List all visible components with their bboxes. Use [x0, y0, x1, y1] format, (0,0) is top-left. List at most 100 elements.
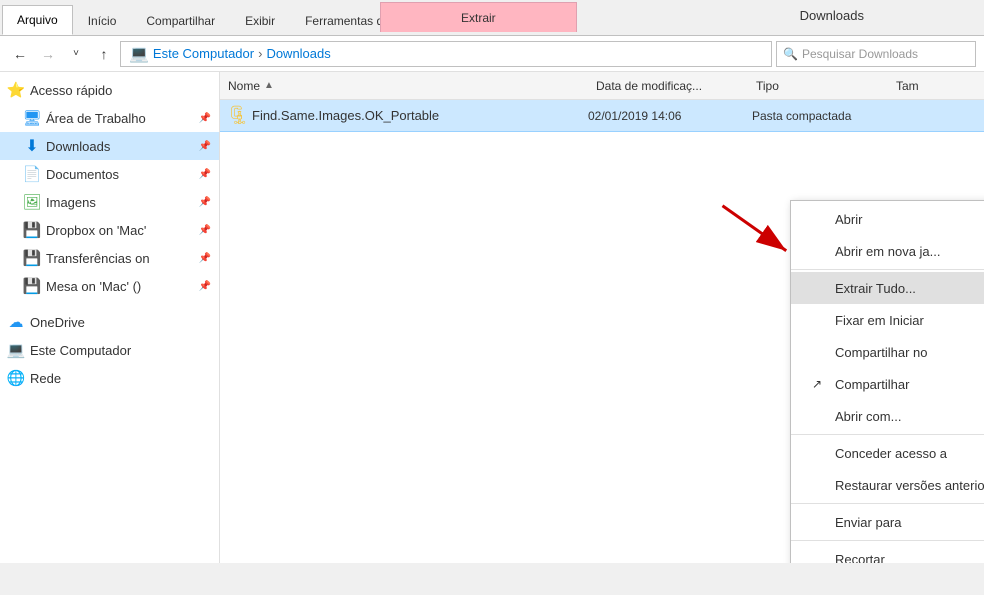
download-icon: ⬇: [24, 138, 40, 154]
tab-arquivo[interactable]: Arquivo: [2, 5, 73, 35]
sidebar-item-documentos[interactable]: 📄 Documentos 📌: [0, 160, 219, 188]
sidebar-item-downloads[interactable]: ⬇ Downloads 📌: [0, 132, 219, 160]
menu-icon: [807, 342, 827, 362]
sidebar-item-label: Mesa on 'Mac' (): [46, 279, 191, 294]
breadcrumb-separator: ›: [258, 46, 262, 61]
menu-icon: [807, 443, 827, 463]
menu-item-abrir-com[interactable]: Abrir com...: [791, 400, 984, 432]
menu-item-abrir-nova[interactable]: Abrir em nova ja...: [791, 235, 984, 267]
menu-item-label: Compartilhar no: [835, 345, 928, 360]
pin-icon: 📌: [199, 197, 211, 208]
menu-item-label: Abrir em nova ja...: [835, 244, 941, 259]
menu-icon: [807, 475, 827, 495]
menu-item-fixar[interactable]: Fixar em Iniciar: [791, 304, 984, 336]
menu-item-label: Conceder acesso a: [835, 446, 947, 461]
drive-icon: 💾: [24, 250, 40, 266]
search-box[interactable]: 🔍 Pesquisar Downloads: [776, 41, 976, 67]
menu-item-restaurar[interactable]: Restaurar versões anteriores: [791, 469, 984, 501]
sidebar-item-label: Área de Trabalho: [46, 111, 191, 126]
menu-item-label: Enviar para: [835, 515, 901, 530]
table-row[interactable]: 🗜 Find.Same.Images.OK_Portable 02/01/201…: [220, 100, 984, 132]
sidebar-item-transferencias[interactable]: 💾 Transferências on 📌: [0, 244, 219, 272]
sort-arrow-icon: ▲: [264, 80, 274, 91]
menu-item-enviar-para[interactable]: Enviar para ›: [791, 506, 984, 538]
sidebar-item-label: OneDrive: [30, 315, 211, 330]
col-size-header[interactable]: Tam: [896, 79, 976, 93]
sidebar-item-rede[interactable]: 🌐 Rede: [0, 364, 219, 392]
tab-exibir[interactable]: Exibir: [230, 5, 290, 35]
menu-item-abrir[interactable]: Abrir: [791, 203, 984, 235]
main-area: ⭐ Acesso rápido 🖥 Área de Trabalho 📌 ⬇ D…: [0, 72, 984, 563]
expand-button[interactable]: ˅: [64, 42, 88, 66]
menu-item-conceder-acesso[interactable]: Conceder acesso a ›: [791, 437, 984, 469]
sidebar-item-label: Acesso rápido: [30, 83, 211, 98]
address-bar[interactable]: 💻 Este Computador › Downloads: [120, 41, 772, 67]
tab-inicio[interactable]: Início: [73, 5, 132, 35]
breadcrumb-este-computador[interactable]: Este Computador: [153, 46, 254, 61]
up-button[interactable]: ↑: [92, 42, 116, 66]
context-menu: Abrir Abrir em nova ja... Extrair Tudo..…: [790, 200, 984, 563]
title-bar-area: Extrair Downloads Arquivo Início Compart…: [0, 0, 984, 36]
pin-icon: 📌: [199, 141, 211, 152]
menu-icon: [807, 209, 827, 229]
menu-item-recortar[interactable]: Recortar: [791, 543, 984, 563]
col-name-header[interactable]: Nome ▲: [228, 79, 596, 93]
sidebar-item-imagens[interactable]: 🖼 Imagens 📌: [0, 188, 219, 216]
nav-bar: ← → ˅ ↑ 💻 Este Computador › Downloads 🔍 …: [0, 36, 984, 72]
images-icon: 🖼: [24, 194, 40, 210]
pc-icon: 💻: [8, 342, 24, 358]
ribbon-tabs: Extrair Downloads Arquivo Início Compart…: [0, 0, 984, 36]
file-date: 02/01/2019 14:06: [588, 109, 748, 123]
sidebar-item-mesa[interactable]: 💾 Mesa on 'Mac' () 📌: [0, 272, 219, 300]
file-list-header: Nome ▲ Data de modificaç... Tipo Tam: [220, 72, 984, 100]
col-date-header[interactable]: Data de modificaç...: [596, 79, 756, 93]
menu-icon: [807, 278, 827, 298]
menu-separator: [791, 269, 984, 270]
sidebar-item-label: Documentos: [46, 167, 191, 182]
menu-item-extrair-tudo[interactable]: Extrair Tudo...: [791, 272, 984, 304]
sidebar-item-onedrive[interactable]: ☁ OneDrive: [0, 308, 219, 336]
share-icon: ↗: [807, 374, 827, 394]
menu-item-label: Fixar em Iniciar: [835, 313, 924, 328]
sidebar-item-acesso-rapido[interactable]: ⭐ Acesso rápido: [0, 76, 219, 104]
zip-icon: 🗜: [228, 106, 248, 126]
menu-icon: [807, 512, 827, 532]
desktop-icon: 🖥: [24, 110, 40, 126]
sidebar-item-area-trabalho[interactable]: 🖥 Área de Trabalho 📌: [0, 104, 219, 132]
pin-icon: 📌: [199, 113, 211, 124]
sidebar: ⭐ Acesso rápido 🖥 Área de Trabalho 📌 ⬇ D…: [0, 72, 220, 563]
menu-icon: [807, 310, 827, 330]
breadcrumb: Este Computador › Downloads: [153, 46, 331, 61]
downloads-title: Downloads: [800, 8, 864, 23]
menu-item-label: Restaurar versões anteriores: [835, 478, 984, 493]
menu-item-compartilhar-no[interactable]: Compartilhar no ›: [791, 336, 984, 368]
menu-item-label: Abrir: [835, 212, 862, 227]
menu-separator: [791, 503, 984, 504]
file-name: Find.Same.Images.OK_Portable: [252, 108, 584, 123]
pin-icon: 📌: [199, 225, 211, 236]
menu-item-label: Abrir com...: [835, 409, 901, 424]
sidebar-item-label: Transferências on: [46, 251, 191, 266]
network-icon: 🌐: [8, 370, 24, 386]
menu-separator: [791, 434, 984, 435]
extract-title: Extrair: [380, 2, 577, 32]
menu-item-label: Extrair Tudo...: [835, 281, 916, 296]
menu-item-label: Recortar: [835, 552, 885, 564]
file-type: Pasta compactada: [752, 109, 892, 123]
menu-item-compartilhar[interactable]: ↗ Compartilhar: [791, 368, 984, 400]
pin-icon: 📌: [199, 169, 211, 180]
sidebar-item-dropbox[interactable]: 💾 Dropbox on 'Mac' 📌: [0, 216, 219, 244]
pc-icon: 💻: [129, 44, 149, 64]
menu-icon: [807, 406, 827, 426]
back-button[interactable]: ←: [8, 42, 32, 66]
drive-icon: 💾: [24, 222, 40, 238]
breadcrumb-downloads[interactable]: Downloads: [266, 46, 330, 61]
file-list: Nome ▲ Data de modificaç... Tipo Tam 🗜 F…: [220, 72, 984, 563]
menu-icon: [807, 241, 827, 261]
menu-icon: [807, 549, 827, 563]
col-type-header[interactable]: Tipo: [756, 79, 896, 93]
sidebar-item-label: Rede: [30, 371, 211, 386]
forward-button[interactable]: →: [36, 42, 60, 66]
tab-compartilhar[interactable]: Compartilhar: [131, 5, 230, 35]
sidebar-item-este-computador[interactable]: 💻 Este Computador: [0, 336, 219, 364]
